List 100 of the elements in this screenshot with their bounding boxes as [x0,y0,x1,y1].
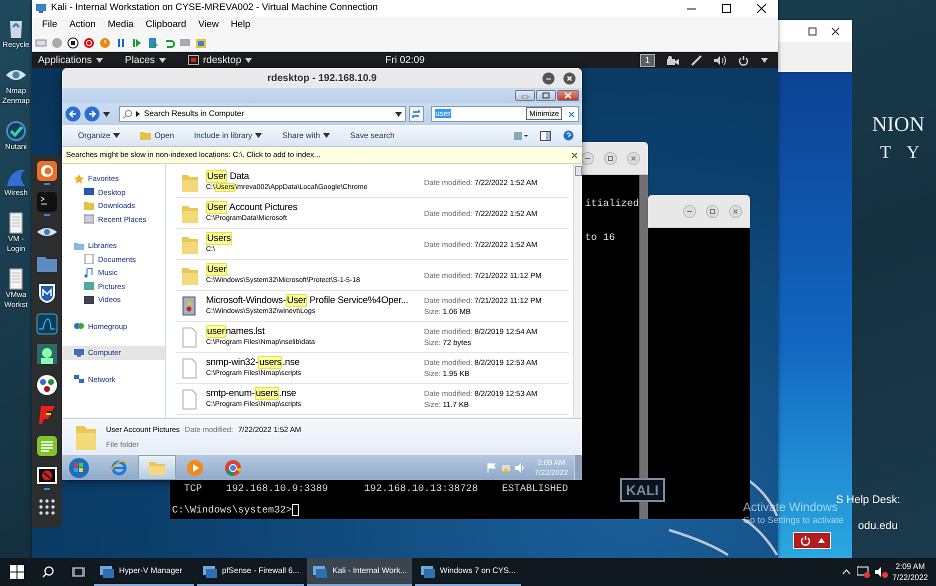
minimize-icon[interactable] [542,72,555,84]
zigzag-logo-icon[interactable] [36,404,58,426]
back-icon[interactable] [65,106,81,122]
music-icon [84,268,94,278]
file-icon [180,358,198,378]
keyboard-icon[interactable] [35,36,47,48]
caret-icon [323,133,330,138]
volume-icon[interactable] [714,54,726,66]
caret-icon [818,538,824,543]
menu-item[interactable]: Clipboard [140,18,192,33]
caret-icon [255,133,262,138]
picture-icon [84,281,94,292]
toolbar-button[interactable]: Include in library [184,130,272,142]
toolbar-button[interactable]: Organize [68,130,130,142]
dots-icon[interactable] [36,374,58,396]
menu-item[interactable]: Help [224,18,256,33]
file-name: Users [206,233,233,245]
vm-icon [420,564,435,578]
panel-menu[interactable]: Places [124,52,155,68]
pen-icon[interactable] [691,54,702,66]
logo-text: KALI [620,478,665,502]
desktop-icon [84,187,94,198]
close-icon[interactable] [757,4,766,13]
network-icon [74,374,84,384]
start-icon[interactable] [10,565,24,579]
close-icon[interactable] [831,26,840,36]
running-indicator [44,488,50,490]
banner-heading: NION [872,111,926,138]
terminal-line: itialized [585,199,640,211]
clock[interactable]: 2:09 AM 7/22/2022 [888,561,936,583]
menu-item[interactable]: Action [63,18,102,33]
preview-pane-icon[interactable] [540,130,551,140]
browser-icon[interactable] [36,160,58,182]
check-icon[interactable] [5,120,27,142]
taskbar-button[interactable]: pfSense - Firewall 6... [197,558,304,586]
toolbar-button[interactable]: Open [130,130,184,142]
search-icon[interactable] [42,566,54,578]
pause-icon[interactable] [115,36,127,48]
close-button[interactable] [557,90,579,101]
taskbar-button[interactable]: Kali - Internal Work... [307,558,412,586]
panel-menu[interactable]: rdesktop [202,52,242,68]
close-icon [564,92,572,99]
workspace-indicator[interactable]: 1 [640,54,655,66]
file-name: snmp-win32-users.nse [206,357,301,369]
taskbar-button[interactable]: Hyper-V Manager [94,558,194,586]
caret-icon [245,58,252,62]
running-indicator [44,214,50,216]
toolbar-button[interactable]: Save search [340,130,405,142]
view-icon[interactable] [514,130,528,140]
help-icon[interactable] [563,130,574,141]
blocked-screen-icon[interactable] [36,465,58,487]
close-icon[interactable] [571,152,578,158]
caret-icon [394,112,402,116]
shield-icon[interactable] [36,282,58,304]
close-icon[interactable] [563,72,576,84]
menu-item[interactable]: Media [102,18,140,33]
maximize-icon[interactable] [808,26,817,36]
toolbar-button[interactable]: Share with [272,130,340,142]
maximize-icon[interactable] [722,4,731,13]
terminal-icon[interactable] [36,190,58,212]
notes-icon[interactable] [36,434,58,456]
caret-icon [103,112,110,116]
file-name: User Data [206,171,250,183]
clear-icon[interactable] [568,110,575,118]
address-bar[interactable]: Search Results in Computer [119,106,406,122]
shutdown-button[interactable] [793,532,831,549]
camera-icon[interactable] [667,56,679,64]
menu-item[interactable]: View [192,18,225,33]
file-name: Microsoft-Windows-User Profile Service%4Oper... [206,295,410,307]
terminal-prompt: C:\Windows\system32> [172,506,292,517]
volume-muted-icon[interactable] [875,566,888,578]
taskbar-button[interactable]: Windows 7 on CYS... [414,558,521,586]
clock-time: 2:09 AM [896,561,925,572]
maximize-button[interactable] [536,90,556,101]
stop-icon[interactable] [67,36,79,48]
places-icon [84,214,94,224]
chevron-up-icon[interactable] [842,569,852,575]
avatar-icon[interactable] [36,343,58,365]
video-icon [84,294,94,305]
minimize-button[interactable] [515,90,535,101]
snapshot-icon[interactable] [147,36,159,48]
file-name: User [206,264,228,276]
waveform-icon[interactable] [36,312,58,334]
start-button[interactable] [66,456,92,478]
refresh-icon [411,109,422,119]
star-icon [74,174,84,184]
play-icon[interactable] [131,36,143,48]
task-view-icon[interactable] [72,566,84,578]
panel-clock[interactable]: Fri 02:09 [385,52,425,68]
running-indicator [44,183,50,185]
computer-icon [74,348,84,358]
forward-icon[interactable] [84,106,100,122]
vm-icon [313,564,328,578]
panel-menu[interactable]: Applications [38,52,92,68]
vm-icon [100,564,114,578]
network-icon[interactable] [857,566,870,578]
caret-icon [96,58,103,62]
refresh-button[interactable] [408,106,424,122]
caret-icon [158,58,166,62]
menu-item[interactable]: File [36,18,64,33]
